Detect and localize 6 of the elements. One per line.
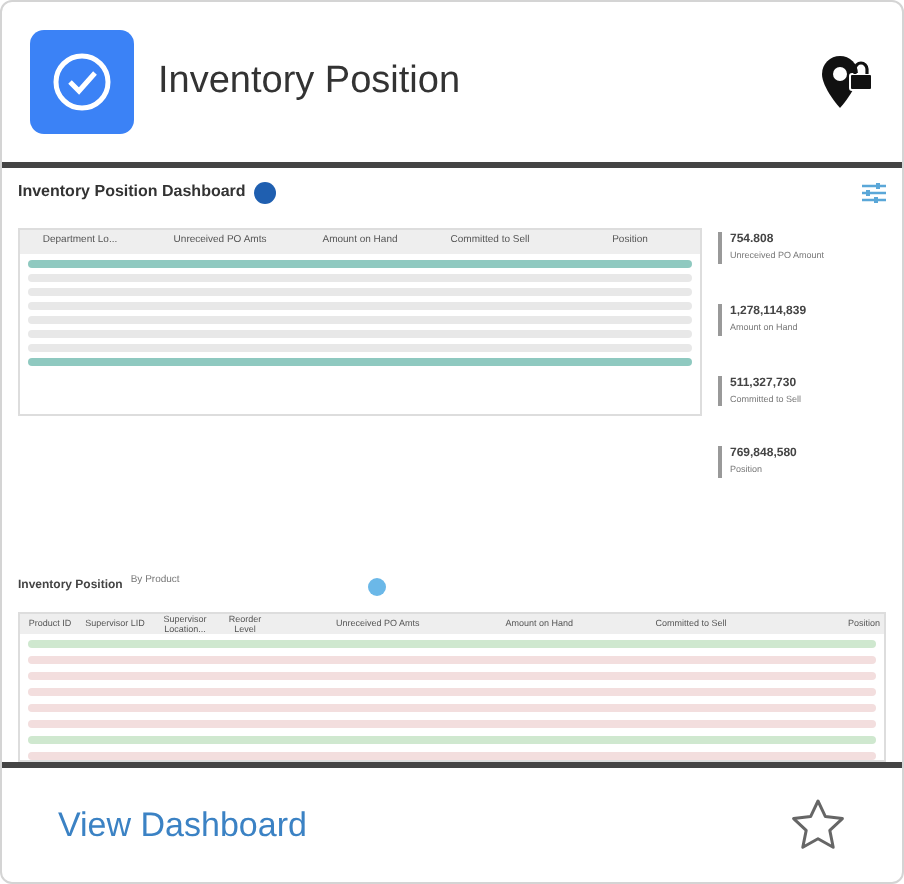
view-dashboard-link[interactable]: View Dashboard [58,799,790,851]
location-lock-icon [818,52,874,112]
star-icon[interactable] [790,798,846,852]
card-title: Inventory Position [158,57,463,106]
dashboard-title: Inventory Position Dashboard [18,180,246,204]
sliders-icon [862,181,886,203]
